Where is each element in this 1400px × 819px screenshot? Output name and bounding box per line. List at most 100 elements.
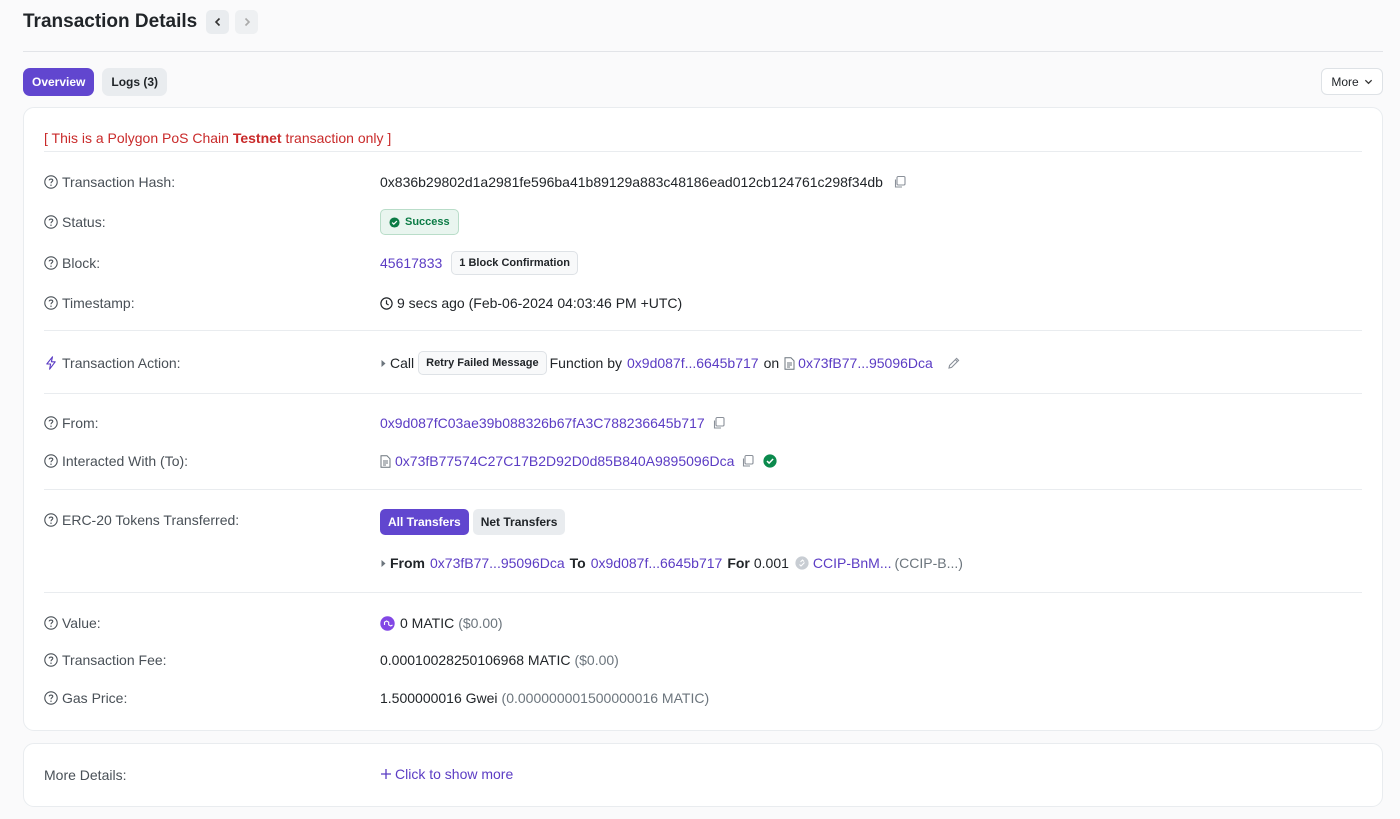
timestamp-value-group: 9 secs ago (Feb-06-2024 04:03:46 PM +UTC… [380, 295, 682, 311]
tx-hash-label: Transaction Hash: [44, 174, 175, 190]
more-button-label: More [1331, 74, 1359, 89]
fee-amount: 0.00010028250106968 MATIC [380, 652, 571, 668]
tx-hash-label-text: Transaction Hash: [62, 174, 176, 190]
from-label-text: From: [62, 415, 99, 431]
help-icon[interactable] [44, 513, 58, 527]
divider [44, 489, 1362, 490]
help-icon[interactable] [44, 215, 58, 229]
status-label-text: Status: [62, 214, 106, 230]
contract-file-icon [380, 454, 391, 468]
divider [44, 592, 1362, 593]
timestamp-label-text: Timestamp: [62, 295, 135, 311]
help-icon[interactable] [44, 616, 58, 630]
testnet-notice-prefix: [ This is a Polygon PoS Chain [44, 130, 233, 146]
help-icon[interactable] [44, 416, 58, 430]
testnet-notice: [ This is a Polygon PoS Chain Testnet tr… [44, 130, 391, 146]
help-icon[interactable] [44, 691, 58, 705]
help-icon[interactable] [44, 296, 58, 310]
transfer-to-link[interactable]: 0x9d087f...6645b717 [591, 555, 723, 571]
more-dropdown-button[interactable]: More [1321, 68, 1383, 95]
tab-all-transfers[interactable]: All Transfers [380, 509, 469, 535]
tx-action-value-group: Call Retry Failed Message Function by 0x… [380, 351, 961, 375]
status-value-group: Success [380, 209, 459, 235]
token-icon [795, 556, 809, 570]
chevron-right-icon [244, 17, 250, 27]
transfer-from-link[interactable]: 0x73fB77...95096Dca [430, 555, 565, 571]
erc20-label-text: ERC-20 Tokens Transferred: [62, 512, 240, 528]
verified-check-icon [763, 454, 777, 468]
tab-logs[interactable]: Logs (3) [102, 68, 168, 96]
help-icon[interactable] [44, 175, 58, 189]
gas-price-amount: 1.500000016 Gwei [380, 690, 498, 706]
action-method-badge: Retry Failed Message [418, 351, 547, 375]
to-label: Interacted With (To): [44, 453, 188, 469]
gas-price-label-text: Gas Price: [62, 690, 128, 706]
to-value-group: 0x73fB77574C27C17B2D92D0d85B840A9895096D… [380, 453, 777, 469]
tx-hash-row: Transaction Hash: 0x836b29802d1a2981fe59… [44, 171, 1362, 193]
erc20-transfer-row: From 0x73fB77...95096Dca To 0x9d087f...6… [44, 552, 1362, 574]
fee-usd: ($0.00) [574, 652, 619, 668]
erc20-row: ERC-20 Tokens Transferred: All Transfers… [44, 509, 1362, 535]
overview-card: [ This is a Polygon PoS Chain Testnet tr… [23, 107, 1383, 731]
tx-hash-value-group: 0x836b29802d1a2981fe596ba41b89129a883c48… [380, 174, 907, 190]
action-contract-link[interactable]: 0x73fB77...95096Dca [798, 355, 933, 371]
help-icon[interactable] [44, 454, 58, 468]
block-row: Block: 45617833 1 Block Confirmation [44, 251, 1362, 275]
tx-action-label-text: Transaction Action: [62, 355, 181, 371]
from-address-link[interactable]: 0x9d087fC03ae39b088326b67fA3C788236645b7… [380, 415, 705, 431]
fee-row: Transaction Fee: 0.00010028250106968 MAT… [44, 649, 1362, 671]
from-value-group: 0x9d087fC03ae39b088326b67fA3C788236645b7… [380, 415, 726, 431]
to-label-text: Interacted With (To): [62, 453, 189, 469]
copy-icon[interactable] [712, 416, 726, 430]
transfer-for-label: For [727, 555, 750, 571]
value-usd: ($0.00) [458, 615, 503, 631]
erc20-label: ERC-20 Tokens Transferred: [44, 512, 239, 528]
previous-transaction-button[interactable] [206, 10, 230, 34]
help-icon[interactable] [44, 256, 58, 270]
status-badge: Success [380, 209, 459, 235]
transfer-amount: 0.001 [753, 555, 789, 571]
fee-value-group: 0.00010028250106968 MATIC ($0.00) [380, 652, 619, 668]
block-number-link[interactable]: 45617833 [380, 255, 442, 271]
caret-right-icon[interactable] [380, 359, 387, 368]
gas-price-value-group: 1.500000016 Gwei (0.000000001500000016 M… [380, 690, 709, 706]
timestamp-row: Timestamp: 9 secs ago (Feb-06-2024 04:03… [44, 292, 1362, 314]
timestamp-label: Timestamp: [44, 295, 135, 311]
gas-price-row: Gas Price: 1.500000016 Gwei (0.000000001… [44, 687, 1362, 709]
tx-action-label: Transaction Action: [44, 355, 181, 371]
transfer-token-link[interactable]: CCIP-BnM... [813, 555, 892, 571]
timestamp-value: 9 secs ago (Feb-06-2024 04:03:46 PM +UTC… [397, 295, 683, 311]
next-transaction-button[interactable] [235, 10, 259, 34]
show-more-link[interactable]: Click to show more [380, 766, 513, 782]
from-label: From: [44, 415, 99, 431]
chevron-left-icon [214, 17, 220, 27]
value-row: Value: 0 MATIC ($0.00) [44, 612, 1362, 634]
to-address-link[interactable]: 0x73fB77574C27C17B2D92D0d85B840A9895096D… [395, 453, 734, 469]
matic-icon [380, 615, 395, 631]
page-header: Transaction Details [23, 8, 1383, 52]
tab-bar: Overview Logs (3) [23, 68, 168, 96]
pencil-icon[interactable] [947, 356, 961, 370]
transfer-token-symbol: (CCIP-B...) [894, 555, 963, 571]
from-row: From: 0x9d087fC03ae39b088326b67fA3C78823… [44, 412, 1362, 434]
caret-right-icon[interactable] [380, 559, 387, 568]
status-badge-text: Success [405, 216, 450, 228]
gas-price-label: Gas Price: [44, 690, 127, 706]
value-label: Value: [44, 615, 101, 631]
tab-net-transfers[interactable]: Net Transfers [472, 509, 566, 535]
action-function-by-text: Function by [549, 355, 622, 371]
contract-file-icon [784, 356, 795, 370]
page-title: Transaction Details [23, 11, 198, 32]
copy-icon[interactable] [893, 175, 907, 189]
action-caller-link[interactable]: 0x9d087f...6645b717 [627, 355, 759, 371]
plus-icon [381, 769, 391, 779]
divider [44, 393, 1362, 394]
block-label: Block: [44, 255, 100, 271]
more-details-card: More Details: Click to show more [23, 743, 1383, 807]
divider [44, 151, 1362, 152]
action-on-text: on [763, 355, 780, 371]
tab-overview[interactable]: Overview [23, 68, 95, 96]
to-row: Interacted With (To): 0x73fB77574C27C17B… [44, 450, 1362, 472]
help-icon[interactable] [44, 653, 58, 667]
copy-icon[interactable] [741, 454, 755, 468]
